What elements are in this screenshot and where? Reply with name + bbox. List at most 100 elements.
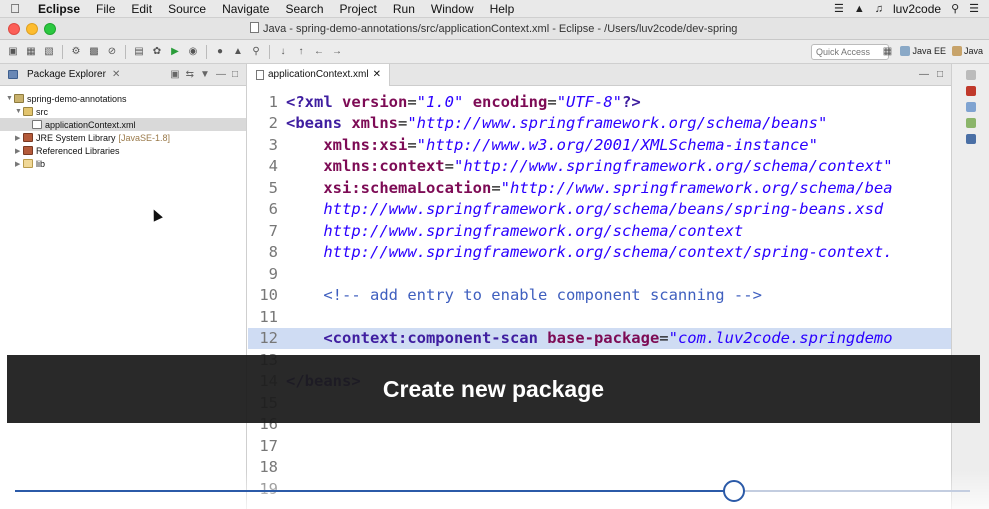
next-annotation-icon[interactable]: ↓ [276, 45, 290, 59]
menu-item-file[interactable]: File [88, 2, 123, 16]
toolbar-separator [206, 44, 207, 59]
coverage-icon[interactable]: ◉ [186, 45, 200, 59]
project-icon [14, 94, 24, 103]
open-perspective-icon[interactable]: ▦ [880, 44, 894, 58]
expanded-arrow-icon[interactable]: ▼ [6, 95, 14, 102]
forward-icon[interactable]: → [330, 45, 344, 59]
new-icon[interactable]: ▣ [6, 45, 20, 59]
code-editor[interactable]: 1 <?xml version="1.0" encoding="UTF-8"?> 2… [248, 91, 951, 500]
code-token-pun [286, 286, 323, 304]
code-line[interactable]: 6 http://www.springframework.org/schema/… [248, 199, 951, 221]
menu-item-eclipse[interactable]: Eclipse [30, 2, 88, 16]
project-tree: ▼ spring-demo-annotations ▼ src applicationC… [0, 86, 246, 170]
server-icon[interactable]: ▤ [132, 45, 146, 59]
save-icon[interactable]: ▦ [24, 45, 38, 59]
code-line[interactable]: 7 http://www.springframework.org/schema/… [248, 220, 951, 242]
outline-icon[interactable] [965, 86, 976, 96]
task-list-icon[interactable] [965, 102, 976, 112]
spotlight-icon[interactable]: ⚲ [951, 2, 959, 15]
tree-item[interactable]: applicationContext.xml [0, 118, 246, 131]
menu-item-search[interactable]: Search [277, 2, 331, 16]
collapsed-arrow-icon[interactable]: ▶ [15, 160, 23, 168]
video-progress-track[interactable] [15, 490, 970, 492]
minimize-view-icon[interactable]: — [216, 69, 226, 80]
bluetooth-icon[interactable]: ▲ [854, 3, 865, 15]
menu-item-run[interactable]: Run [385, 2, 423, 16]
code-line[interactable]: 10 <!-- add entry to enable component sc… [248, 285, 951, 307]
build-icon[interactable]: ⚙ [69, 45, 83, 59]
menu-item-source[interactable]: Source [160, 2, 214, 16]
video-scrub-handle[interactable] [723, 480, 746, 502]
code-token-tag: <?xml [286, 92, 342, 111]
java-ee-perspective-button[interactable]: Java EE [900, 46, 946, 56]
menu-item-window[interactable]: Window [423, 2, 482, 16]
save-all-icon[interactable]: ▧ [42, 45, 56, 59]
code-line[interactable]: 4 xmlns:context="http://www.springframew… [248, 156, 951, 178]
maximize-editor-icon[interactable]: □ [937, 69, 943, 80]
code-text: <!-- add entry to enable component scann… [282, 286, 762, 304]
run-icon[interactable]: ▶ [168, 45, 182, 59]
collapsed-arrow-icon[interactable]: ▶ [15, 147, 23, 155]
link-with-editor-icon[interactable]: ⇆ [186, 69, 194, 80]
wifi-icon[interactable]: ☰ [834, 2, 844, 15]
console-icon[interactable] [965, 134, 976, 144]
code-line[interactable]: 17 [248, 435, 951, 457]
apple-menu-icon[interactable]:  [0, 1, 30, 16]
expanded-arrow-icon[interactable]: ▼ [15, 108, 23, 115]
close-view-icon[interactable]: ✕ [112, 69, 120, 80]
code-line[interactable]: 9 [248, 263, 951, 285]
line-number: 12 [259, 329, 278, 348]
code-line[interactable]: 5 xsi:schemaLocation="http://www.springf… [248, 177, 951, 199]
view-menu-icon[interactable]: ▼ [200, 69, 210, 80]
open-type-icon[interactable]: ▲ [231, 45, 245, 59]
menu-user-name[interactable]: luv2code [893, 2, 941, 16]
line-number: 11 [259, 307, 278, 326]
close-window-button[interactable] [8, 23, 20, 35]
close-tab-icon[interactable]: ✕ [373, 69, 381, 80]
menu-item-help[interactable]: Help [482, 2, 523, 16]
code-line[interactable]: 12 <context:component-scan base-package=… [248, 327, 951, 349]
volume-icon[interactable]: ♫ [875, 3, 883, 15]
code-line[interactable]: 2 <beans xmlns="http://www.springframewor… [248, 113, 951, 135]
zoom-window-button[interactable] [44, 23, 56, 35]
maximize-view-icon[interactable]: □ [232, 69, 238, 80]
restore-icon[interactable] [965, 70, 976, 80]
code-token-str: "1.0" [416, 92, 464, 111]
tree-item[interactable]: ▼ spring-demo-annotations [0, 92, 246, 105]
quick-access-input[interactable] [811, 44, 889, 60]
new-java-class-icon[interactable]: ● [213, 45, 227, 59]
tree-item[interactable]: ▶ Referenced Libraries [0, 144, 246, 157]
tree-item-label: JRE System Library [36, 132, 116, 143]
code-line[interactable]: 3 xmlns:xsi="http://www.w3.org/2001/XMLS… [248, 134, 951, 156]
code-token-att: version [342, 92, 408, 111]
back-icon[interactable]: ← [312, 45, 326, 59]
code-line[interactable]: 11 [248, 306, 951, 328]
menu-item-project[interactable]: Project [332, 2, 385, 16]
java-perspective-button[interactable]: Java [951, 46, 983, 56]
search-icon[interactable]: ⚲ [249, 45, 263, 59]
code-token-pun [286, 157, 323, 175]
collapsed-arrow-icon[interactable]: ▶ [15, 134, 23, 142]
tree-item[interactable]: ▶ JRE System Library [JavaSE-1.8] [0, 131, 246, 144]
video-caption: Create new package [7, 355, 980, 423]
minimize-window-button[interactable] [26, 23, 38, 35]
tree-item-label: spring-demo-annotations [27, 93, 127, 104]
previous-annotation-icon[interactable]: ↑ [294, 45, 308, 59]
package-explorer-title: Package Explorer [27, 69, 106, 80]
menu-item-navigate[interactable]: Navigate [214, 2, 277, 16]
tree-item[interactable]: ▼ src [0, 105, 246, 118]
collapse-all-icon[interactable]: ▣ [170, 69, 179, 80]
minimize-editor-icon[interactable]: — [919, 69, 929, 80]
debug-icon[interactable]: ✿ [150, 45, 164, 59]
package-explorer-tab[interactable]: Package Explorer ✕ ▣ ⇆ ▼ — □ [0, 64, 246, 86]
skip-breakpoints-icon[interactable]: ⊘ [105, 45, 119, 59]
tree-item[interactable]: ▶ lib [0, 157, 246, 170]
editor-tab-applicationcontext[interactable]: applicationContext.xml ✕ [248, 63, 390, 86]
code-line[interactable]: 1 <?xml version="1.0" encoding="UTF-8"?> [248, 91, 951, 113]
menu-item-edit[interactable]: Edit [123, 2, 160, 16]
code-token-str: "http://www.springframework.org/schema/b… [500, 178, 893, 197]
terminal-icon[interactable]: ▩ [87, 45, 101, 59]
code-line[interactable]: 8 http://www.springframework.org/schema/… [248, 242, 951, 264]
notification-center-icon[interactable]: ☰ [969, 2, 979, 15]
markers-icon[interactable] [965, 118, 976, 128]
